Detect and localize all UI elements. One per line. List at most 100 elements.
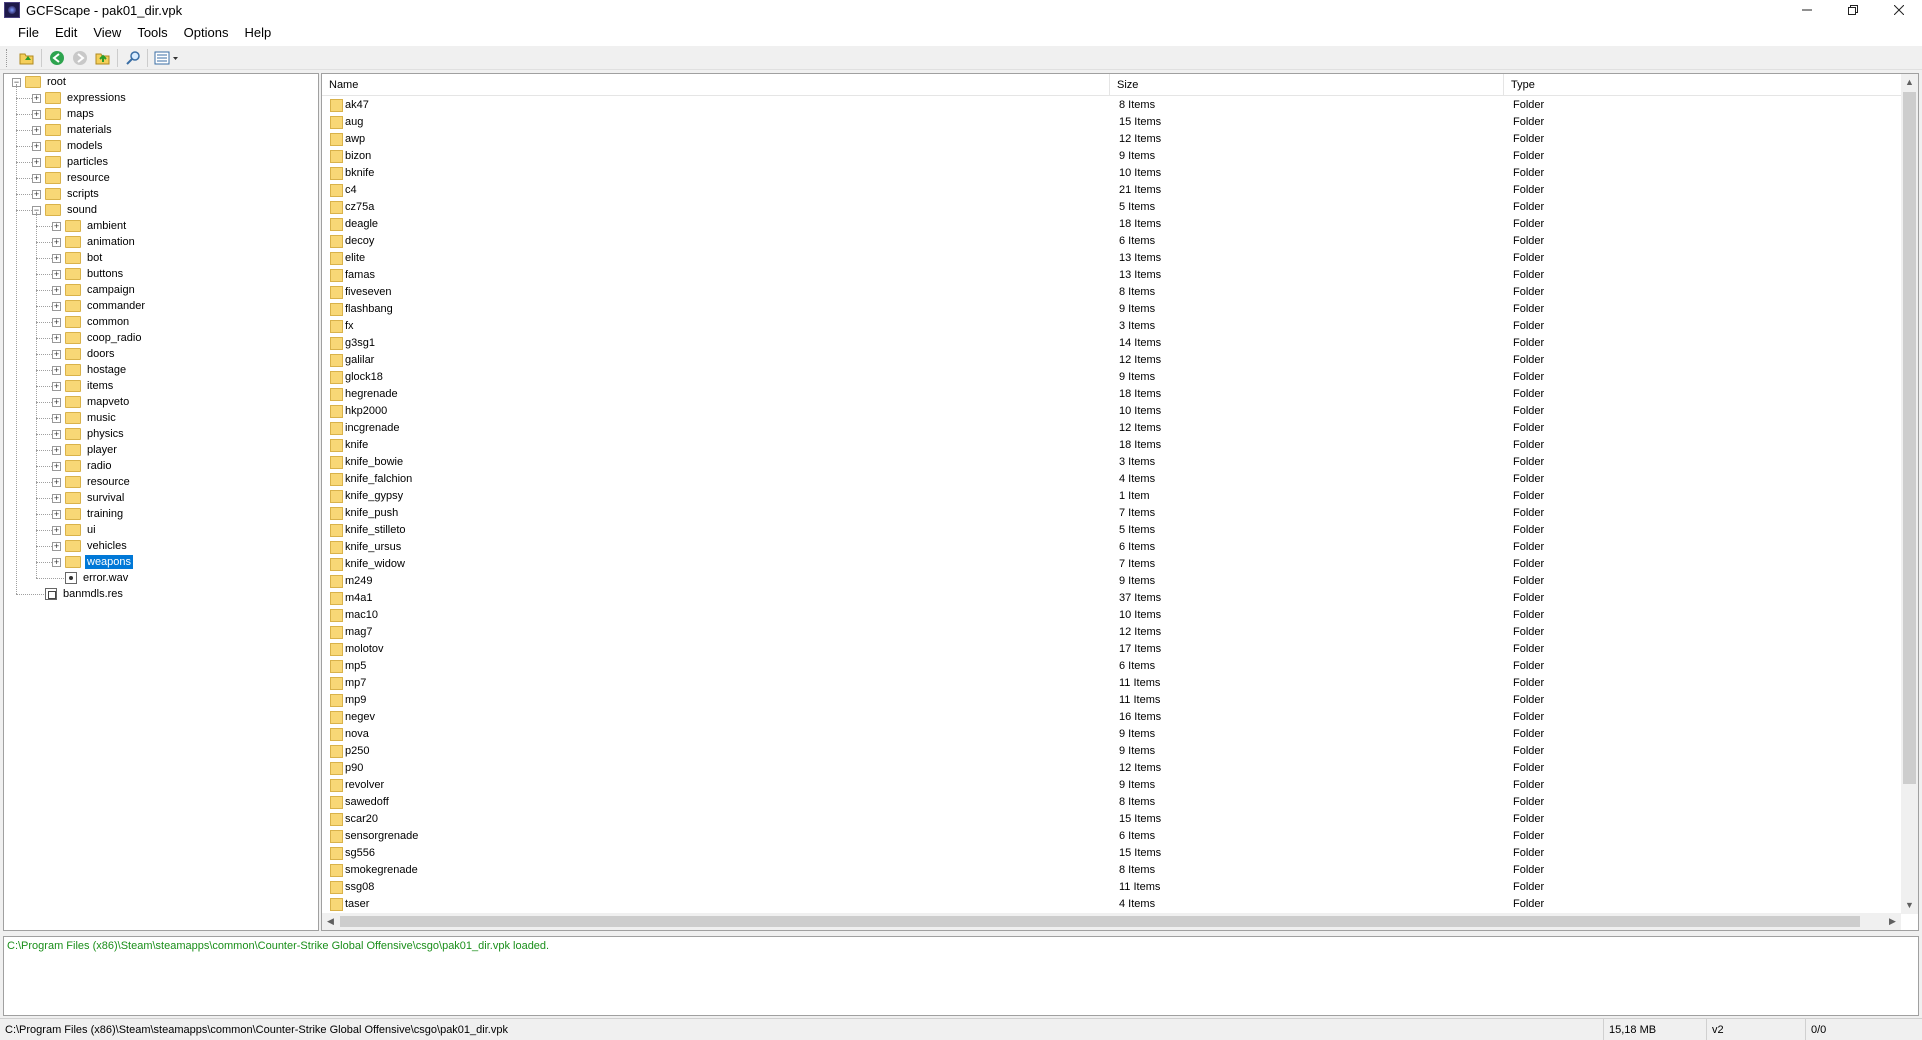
list-row-fiveseven[interactable]: fiveseven 8 Items Folder (322, 284, 1901, 301)
list-row-awp[interactable]: awp 12 Items Folder (322, 131, 1901, 148)
forward-button[interactable] (68, 48, 91, 68)
find-button[interactable] (121, 48, 144, 68)
list-row-p90[interactable]: p90 12 Items Folder (322, 760, 1901, 777)
expand-icon[interactable]: + (32, 174, 41, 183)
expand-icon[interactable]: + (32, 142, 41, 151)
tree-item-sound-music[interactable]: music (65, 410, 118, 426)
tree-item-maps[interactable]: maps (45, 106, 96, 122)
tree-item-expressions[interactable]: expressions (45, 90, 128, 106)
expand-icon[interactable]: + (52, 286, 61, 295)
list-row-hkp2000[interactable]: hkp2000 10 Items Folder (322, 403, 1901, 420)
expand-icon[interactable]: + (52, 462, 61, 471)
list-row-m4a1[interactable]: m4a1 37 Items Folder (322, 590, 1901, 607)
toolbar-grip[interactable] (6, 48, 9, 67)
list-row-nova[interactable]: nova 9 Items Folder (322, 726, 1901, 743)
tree-item-sound-ambient[interactable]: ambient (65, 218, 128, 234)
tree-item-scripts[interactable]: scripts (45, 186, 101, 202)
scroll-up-arrow-icon[interactable]: ▲ (1901, 74, 1918, 91)
column-header-size[interactable]: Size (1110, 74, 1504, 96)
list-row-mp7[interactable]: mp7 11 Items Folder (322, 675, 1901, 692)
list-row-glock18[interactable]: glock18 9 Items Folder (322, 369, 1901, 386)
tree-item-sound-resource[interactable]: resource (65, 474, 132, 490)
expand-icon[interactable]: + (32, 126, 41, 135)
scroll-down-arrow-icon[interactable]: ▼ (1901, 897, 1918, 914)
list-row-c4[interactable]: c4 21 Items Folder (322, 182, 1901, 199)
expand-icon[interactable]: + (52, 270, 61, 279)
tree-item-sound-doors[interactable]: doors (65, 346, 117, 362)
list-row-bknife[interactable]: bknife 10 Items Folder (322, 165, 1901, 182)
list-row-molotov[interactable]: molotov 17 Items Folder (322, 641, 1901, 658)
tree-item-sound-player[interactable]: player (65, 442, 119, 458)
list-row-g3sg1[interactable]: g3sg1 14 Items Folder (322, 335, 1901, 352)
open-button[interactable] (15, 48, 38, 68)
tree-item-sound-mapveto[interactable]: mapveto (65, 394, 131, 410)
list-row-knife_falchion[interactable]: knife_falchion 4 Items Folder (322, 471, 1901, 488)
expand-icon[interactable]: + (52, 510, 61, 519)
list-row-mag7[interactable]: mag7 12 Items Folder (322, 624, 1901, 641)
list-row-negev[interactable]: negev 16 Items Folder (322, 709, 1901, 726)
list-row-hegrenade[interactable]: hegrenade 18 Items Folder (322, 386, 1901, 403)
expand-icon[interactable]: + (52, 446, 61, 455)
tree-item-materials[interactable]: materials (45, 122, 114, 138)
tree-item-resource[interactable]: resource (45, 170, 112, 186)
list-row-mp9[interactable]: mp9 11 Items Folder (322, 692, 1901, 709)
tree-item-sound-commander[interactable]: commander (65, 298, 147, 314)
list-row-smokegrenade[interactable]: smokegrenade 8 Items Folder (322, 862, 1901, 879)
list-row-taser[interactable]: taser 4 Items Folder (322, 896, 1901, 913)
expand-icon[interactable]: + (32, 94, 41, 103)
tree-item-sound-physics[interactable]: physics (65, 426, 126, 442)
list-row-deagle[interactable]: deagle 18 Items Folder (322, 216, 1901, 233)
expand-icon[interactable]: + (52, 526, 61, 535)
tree-item-sound-common[interactable]: common (65, 314, 131, 330)
column-header-type[interactable]: Type (1504, 74, 1901, 96)
tree-item-sound-coop_radio[interactable]: coop_radio (65, 330, 143, 346)
up-folder-button[interactable] (91, 48, 114, 68)
list-row-fx[interactable]: fx 3 Items Folder (322, 318, 1901, 335)
close-button[interactable] (1876, 0, 1922, 20)
list-row-knife[interactable]: knife 18 Items Folder (322, 437, 1901, 454)
list-row-flashbang[interactable]: flashbang 9 Items Folder (322, 301, 1901, 318)
vertical-scroll-thumb[interactable] (1903, 92, 1916, 784)
list-row-galilar[interactable]: galilar 12 Items Folder (322, 352, 1901, 369)
expand-icon[interactable]: + (52, 478, 61, 487)
expand-icon[interactable]: + (52, 542, 61, 551)
tree-file-error-wav[interactable]: error.wav (65, 570, 130, 586)
expand-icon[interactable]: + (32, 190, 41, 199)
expand-icon[interactable]: + (52, 350, 61, 359)
list-row-knife_push[interactable]: knife_push 7 Items Folder (322, 505, 1901, 522)
expand-icon[interactable]: + (52, 302, 61, 311)
tree-item-sound-campaign[interactable]: campaign (65, 282, 137, 298)
expand-icon[interactable]: + (52, 222, 61, 231)
list-row-revolver[interactable]: revolver 9 Items Folder (322, 777, 1901, 794)
expand-icon[interactable]: + (52, 382, 61, 391)
list-row-knife_stilleto[interactable]: knife_stilleto 5 Items Folder (322, 522, 1901, 539)
tree-item-sound-items[interactable]: items (65, 378, 115, 394)
scroll-left-arrow-icon[interactable]: ◀ (322, 913, 339, 930)
list-row-scar20[interactable]: scar20 15 Items Folder (322, 811, 1901, 828)
tree-item-sound-vehicles[interactable]: vehicles (65, 538, 129, 554)
tree-item-sound-buttons[interactable]: buttons (65, 266, 125, 282)
list-row-sawedoff[interactable]: sawedoff 8 Items Folder (322, 794, 1901, 811)
tree-item-sound-hostage[interactable]: hostage (65, 362, 128, 378)
list-row-decoy[interactable]: decoy 6 Items Folder (322, 233, 1901, 250)
expand-icon[interactable]: + (52, 558, 61, 567)
horizontal-scroll-thumb[interactable] (340, 916, 1860, 927)
list-row-ak47[interactable]: ak47 8 Items Folder (322, 97, 1901, 114)
expand-icon[interactable]: + (52, 318, 61, 327)
tree-item-models[interactable]: models (45, 138, 104, 154)
vertical-scrollbar[interactable]: ▲ ▼ (1901, 74, 1918, 914)
file-list[interactable]: Name Size Type ak47 8 Items Folder aug 15 It… (321, 73, 1919, 931)
list-row-sensorgrenade[interactable]: sensorgrenade 6 Items Folder (322, 828, 1901, 845)
tree-item-sound-radio[interactable]: radio (65, 458, 113, 474)
menu-file[interactable]: File (10, 22, 47, 44)
tree-item-particles[interactable]: particles (45, 154, 110, 170)
column-header-name[interactable]: Name (322, 74, 1110, 96)
tree-item-sound[interactable]: sound (45, 202, 99, 218)
list-row-mac10[interactable]: mac10 10 Items Folder (322, 607, 1901, 624)
list-row-famas[interactable]: famas 13 Items Folder (322, 267, 1901, 284)
restore-button[interactable] (1830, 0, 1876, 20)
list-row-p250[interactable]: p250 9 Items Folder (322, 743, 1901, 760)
list-row-sg556[interactable]: sg556 15 Items Folder (322, 845, 1901, 862)
expand-icon[interactable]: + (52, 398, 61, 407)
tree-file-banmdls-res[interactable]: banmdls.res (45, 586, 125, 602)
